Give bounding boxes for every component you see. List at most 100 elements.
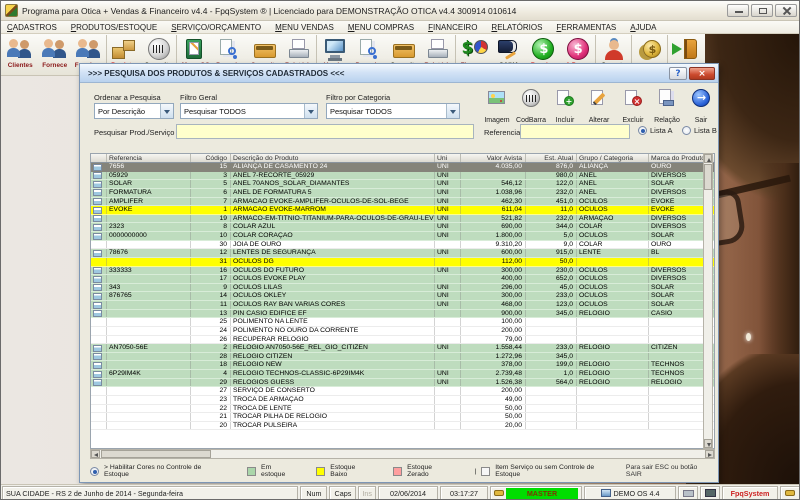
list-b-radio[interactable]: Lista B: [682, 126, 717, 135]
table-row[interactable]: 17 OCULOS EVOKE PLAY 400,00 652,0 OCULOS…: [91, 275, 714, 284]
help-button[interactable]: ?: [669, 67, 687, 80]
menu-item[interactable]: MENU VENDAS: [275, 23, 334, 32]
photo-earring: [746, 333, 751, 341]
scroll-up-icon[interactable]: [704, 154, 712, 163]
column-descricao[interactable]: Descrição do Produto: [231, 154, 435, 162]
product-photo-icon: [93, 284, 102, 291]
minimize-button[interactable]: [727, 4, 749, 17]
table-row[interactable]: 333333 16 OCULOS DO FUTURO UNI 300,00 23…: [91, 267, 714, 276]
action-button[interactable]: Alterar: [582, 88, 616, 127]
product-search-input[interactable]: [176, 124, 474, 139]
scroll-down-icon[interactable]: [704, 439, 712, 448]
table-row[interactable]: 23 TROCA DE ARMAÇÃO 49,00: [91, 396, 714, 405]
toolbar-button-label: Clientes: [3, 62, 37, 69]
table-row[interactable]: 18 RELOGIO NEW 378,00 199,0 RELOGIO TECH…: [91, 361, 714, 370]
product-photo-icon: [93, 233, 102, 240]
table-row[interactable]: 30 JOIA DE OURO 9.310,20 9,0 COLAR OURO: [91, 241, 714, 250]
product-photo-icon: [93, 207, 102, 214]
table-row[interactable]: 13 PIN CASIO EDIFICE EF 900,00 345,0 REL…: [91, 310, 714, 319]
table-row[interactable]: 11 OCULOS RAY BAN VARIAS CORES UNI 468,0…: [91, 301, 714, 310]
maximize-button[interactable]: [751, 4, 773, 17]
horizontal-scroll-thumb[interactable]: [101, 450, 211, 458]
close-button[interactable]: [775, 4, 797, 17]
action-button-label: Incluir: [556, 117, 575, 124]
table-row[interactable]: FORMATURA 6 ANEL DE FORMATURA 5 UNI 1.03…: [91, 189, 714, 198]
table-row[interactable]: 2323 8 COLAR AZUL UNI 690,00 344,0 COLAR…: [91, 223, 714, 232]
table-row[interactable]: 78676 12 LENTES DE SEGURANÇA UNI 600,00 …: [91, 249, 714, 258]
alterar-icon: [589, 88, 609, 108]
product-photo-icon: [93, 215, 102, 222]
column-grupo-categoria[interactable]: Grupo / Categoria: [577, 154, 649, 162]
column-marca[interactable]: Marca do Produto: [649, 154, 706, 162]
enable-colors-radio[interactable]: [90, 467, 99, 476]
menu-item[interactable]: PRODUTOS/ESTOQUE: [71, 23, 157, 32]
action-button[interactable]: Excluir: [616, 88, 650, 127]
table-row[interactable]: SOLAR 5 ANEL 70ANOS_SOLAR_DIAMANTES UNI …: [91, 180, 714, 189]
table-row[interactable]: 876765 14 OCULOS OKLEY UNI 300,00 233,0 …: [91, 292, 714, 301]
chevron-down-icon[interactable]: [446, 104, 459, 118]
column-uni[interactable]: Uni: [435, 154, 461, 162]
scroll-right-icon[interactable]: [705, 450, 714, 458]
action-button-label: Imagem: [484, 117, 509, 124]
table-row[interactable]: AMPLIFER 7 ARMACAO EVOKE-AMPLIFER-OCULOS…: [91, 198, 714, 207]
excluir-icon: [623, 88, 643, 108]
general-filter-combo[interactable]: Pesquisar TODOS: [180, 103, 318, 119]
low-stock-swatch: [316, 467, 325, 476]
scroll-left-icon[interactable]: [91, 450, 100, 458]
column-codigo[interactable]: Código: [191, 154, 231, 162]
table-row[interactable]: 343 9 OCULOS LILAS UNI 296,00 45,0 OCULO…: [91, 284, 714, 293]
menu-item[interactable]: FINANCEIRO: [428, 23, 477, 32]
table-row[interactable]: 24 POLIMENTO NO OURO DA CORRENTE 200,00: [91, 327, 714, 336]
table-row[interactable]: 6P29IM4K 4 RELOGIO TECHNOS-CLASSIC-6P29I…: [91, 370, 714, 379]
column-referencia[interactable]: Referencia: [107, 154, 191, 162]
action-button[interactable]: Incluir: [548, 88, 582, 127]
table-row[interactable]: 26 RECUPERAR RELOGIO 79,00: [91, 336, 714, 345]
chevron-down-icon[interactable]: [160, 104, 173, 118]
toolbar-button[interactable]: Fornece: [37, 35, 71, 75]
menu-item[interactable]: SERVIÇO/ORÇAMENTO: [171, 23, 261, 32]
table-row[interactable]: 22 TROCA DE LENTE 50,00: [91, 405, 714, 414]
table-row[interactable]: 0000000000 10 COLAR CORAÇÃO UNI 1.800,00…: [91, 232, 714, 241]
dialog-actions: Imagem CodBarra Incluir Alterar: [480, 88, 718, 127]
table-row[interactable]: AN7050-56E 2 RELOGIO AN7050-56E_REL_GIO_…: [91, 344, 714, 353]
boxes-icon: [108, 36, 142, 63]
table-row[interactable]: 19 ARMACO-EM-TITNIO-TITANIUM-PARA-OCULOS…: [91, 215, 714, 224]
key-icon: [785, 490, 795, 496]
toolbar-button[interactable]: Clientes: [3, 35, 37, 75]
category-filter-combo[interactable]: Pesquisar TODOS: [326, 103, 460, 119]
table-row[interactable]: 7656 15 ALIANÇA DE CASAMENTO 24 UNI 4.03…: [91, 163, 714, 172]
vertical-scrollbar[interactable]: [703, 153, 713, 449]
people-icon: [72, 36, 106, 63]
menu-item[interactable]: AJUDA: [630, 23, 656, 32]
menu-item[interactable]: MENU COMPRAS: [348, 23, 414, 32]
table-row[interactable]: 27 SERVIÇO DE CONSERTO 200,00: [91, 387, 714, 396]
table-row[interactable]: 28 RELOGIO CITIZEN 1.272,96 345,0: [91, 353, 714, 362]
action-button[interactable]: CodBarra: [514, 88, 548, 127]
table-row[interactable]: 05929 3 ANEL 7-RECORTE_05929 UNI 980,0 A…: [91, 172, 714, 181]
vertical-scroll-thumb[interactable]: [704, 164, 712, 190]
action-button[interactable]: Relação: [650, 88, 684, 127]
horizontal-scrollbar[interactable]: [90, 449, 715, 459]
menu-item[interactable]: FERRAMENTAS: [556, 23, 616, 32]
table-row[interactable]: 31 OCULOS DG 112,00 50,0: [91, 258, 714, 267]
table-row[interactable]: EVOKE 1 ARMACAO EVOKE-MARROM UNI 611,04 …: [91, 206, 714, 215]
menu-item[interactable]: CADASTROS: [7, 23, 57, 32]
table-row[interactable]: 29 RELOGIOS GUESS UNI 1.526,38 564,0 REL…: [91, 379, 714, 388]
action-button[interactable]: Imagem: [480, 88, 514, 127]
table-row[interactable]: 25 POLIMENTO NA LENTE 100,00: [91, 318, 714, 327]
table-row[interactable]: 21 TROCAR PILHA DE RELOGIO 50,00: [91, 413, 714, 422]
order-combo[interactable]: Por Descrição: [94, 103, 174, 119]
list-a-radio[interactable]: Lista A: [638, 126, 673, 135]
statusbar-segment: Num: [300, 486, 327, 500]
product-photo-icon: [93, 302, 102, 309]
product-photo-icon: [93, 267, 102, 274]
statusbar-segment: [700, 486, 720, 500]
dialog-close-button[interactable]: ×: [689, 67, 715, 80]
column-est-atual[interactable]: Est. Atual: [526, 154, 577, 162]
table-row[interactable]: 20 TROCAR PULSEIRA 20,00: [91, 422, 714, 431]
chevron-down-icon[interactable]: [304, 104, 317, 118]
network-icon: [705, 489, 716, 497]
column-valor-avista[interactable]: Valor Avista: [461, 154, 526, 162]
action-button[interactable]: Sair: [684, 88, 718, 127]
menu-item[interactable]: RELATÓRIOS: [491, 23, 542, 32]
